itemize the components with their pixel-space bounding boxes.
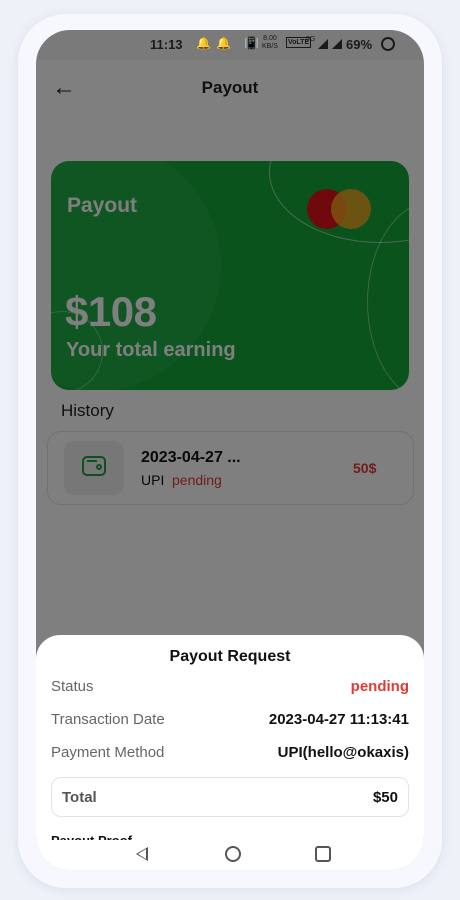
vibrate-icon: 📳 bbox=[244, 36, 259, 50]
network-speed: 8.00 KB/S bbox=[262, 35, 278, 51]
signal-icon bbox=[318, 39, 328, 49]
network-speed-unit: KB/S bbox=[262, 43, 278, 50]
sheet-title: Payout Request bbox=[169, 648, 291, 665]
signal-icon bbox=[332, 39, 342, 49]
payment-method-value: UPI(hello@okaxis) bbox=[277, 744, 409, 761]
status-time: 11:13 bbox=[150, 37, 183, 52]
network-speed-value: 8.00 bbox=[263, 35, 277, 42]
total-box: Total $50 bbox=[51, 777, 409, 817]
payment-method-label: Payment Method bbox=[51, 744, 165, 761]
battery-percent: 69% bbox=[346, 37, 373, 52]
status-bar: 11:13 🔔 🔔 📳 8.00 KB/S VoLTE 5G 69% bbox=[36, 30, 424, 60]
transaction-date-value: 2023-04-27 11:13:41 bbox=[268, 711, 409, 728]
status-value: pending bbox=[350, 678, 409, 695]
total-label: Total bbox=[62, 789, 97, 806]
notification-bell-icon: 🔔 bbox=[196, 36, 211, 50]
status-label: Status bbox=[51, 678, 94, 695]
notification-bell-icon: 🔔 bbox=[216, 36, 231, 50]
payout-request-sheet: Payout Request Status pending Transactio… bbox=[36, 635, 424, 870]
nav-recents-icon[interactable] bbox=[315, 846, 331, 862]
nav-home-icon[interactable] bbox=[225, 846, 241, 862]
phone-screen: 11:13 🔔 🔔 📳 8.00 KB/S VoLTE 5G 69% ← Pay… bbox=[36, 30, 424, 870]
total-value: $50 bbox=[372, 789, 398, 806]
nav-back-icon-inner bbox=[138, 849, 146, 859]
network-type: 5G bbox=[306, 36, 316, 43]
transaction-date-label: Transaction Date bbox=[51, 711, 165, 728]
system-nav-bar bbox=[36, 840, 424, 870]
payout-screen: ← Payout Payout $108 Your total earning … bbox=[36, 60, 424, 870]
battery-icon bbox=[381, 37, 395, 51]
